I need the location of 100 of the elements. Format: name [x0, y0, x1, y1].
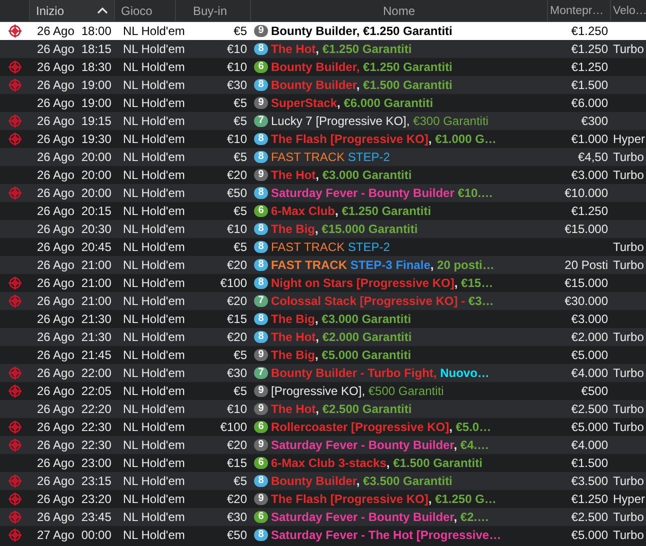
start-time: 19:15	[81, 114, 112, 128]
start-date: 27 Ago	[37, 528, 74, 542]
game-type: NL Hold'em	[123, 132, 185, 146]
seat-count: 8	[258, 43, 264, 54]
start-date: 26 Ago	[37, 312, 74, 326]
buy-in-amount: €5	[234, 204, 247, 218]
table-row[interactable]: 26 Ago 18:15 NL Hold'em €10 8 The Hot, €1.250 Garantiti €1.250 Turbo	[0, 40, 646, 58]
buy-in-amount: €5	[234, 240, 247, 254]
table-row[interactable]: 26 Ago 21:00 NL Hold'em €20 7 Colossal Stack [Progressive KO] - €3… €30.000	[0, 292, 646, 310]
tournament-name: Bounty Builder - Turbo Fight, Nuovo…	[271, 366, 490, 380]
seat-count: 9	[258, 25, 264, 36]
tournament-name: 6-Max Club 3-stacks, €1.500 Garantiti	[271, 456, 482, 470]
table-row[interactable]: 26 Ago 23:45 NL Hold'em €30 6 Saturday Fever - Bounty Builder, €2.… €2.500 Turbo	[0, 508, 646, 526]
prize-pool: €1.500	[571, 78, 608, 92]
game-type: NL Hold'em	[123, 438, 185, 452]
prize-pool: €3.000	[571, 312, 608, 326]
column-header[interactable]: Inizio	[30, 0, 115, 21]
start-date: 26 Ago	[37, 114, 74, 128]
table-row[interactable]: 26 Ago 21:00 NL Hold'em €20 8 FAST TRACK STEP-3 Finale, 20 posti… 20 Posti Turbo	[0, 256, 646, 274]
seat-count: 8	[258, 151, 264, 162]
table-row[interactable]: 26 Ago 23:15 NL Hold'em €5 8 Bounty Builder, €3.500 Garantiti €3.500 Turbo	[0, 472, 646, 490]
start-time: 21:30	[81, 330, 112, 344]
tournament-name: Bounty Builder, €1.500 Garantiti	[271, 78, 452, 92]
tournament-name: FAST TRACK STEP-3 Finale, 20 posti…	[271, 258, 494, 272]
table-row[interactable]: 26 Ago 20:30 NL Hold'em €10 8 The Big, €15.000 Garantiti €15.000	[0, 220, 646, 238]
tournament-name: Bounty Builder, €1.250 Garantiti	[271, 60, 452, 74]
prize-pool: €1.000	[571, 132, 608, 146]
table-row[interactable]: 26 Ago 19:00 NL Hold'em €30 8 Bounty Builder, €1.500 Garantiti €1.500	[0, 76, 646, 94]
start-date: 26 Ago	[37, 132, 74, 146]
prize-pool: €15.000	[564, 276, 608, 290]
tournament-name: Rollercoaster [Progressive KO], €5.0…	[271, 420, 492, 434]
seat-count: 8	[258, 313, 264, 324]
start-date: 26 Ago	[37, 168, 74, 182]
tournament-name: Saturday Fever - Bounty Builder, €2.…	[271, 510, 490, 524]
start-time: 23:45	[81, 510, 112, 524]
start-time: 20:15	[81, 204, 112, 218]
tournament-name: The Big, €5.000 Garantiti	[271, 348, 412, 362]
buy-in-amount: €5	[234, 96, 247, 110]
tournament-name: The Hot, €1.250 Garantiti	[271, 42, 412, 56]
tournament-name: The Big, €15.000 Garantiti	[271, 222, 418, 236]
table-row[interactable]: 26 Ago 20:00 NL Hold'em €50 8 Saturday Fever - Bounty Builder €10.… €10.000	[0, 184, 646, 202]
tournament-name: 6-Max Club, €1.250 Garantiti	[271, 204, 432, 218]
table-row[interactable]: 26 Ago 22:30 NL Hold'em €20 9 Saturday Fever - Bounty Builder, €4.… €4.000	[0, 436, 646, 454]
start-date: 26 Ago	[37, 294, 74, 308]
buy-in-amount: €15	[226, 456, 247, 470]
column-header[interactable]: Montepr…	[548, 0, 611, 21]
prize-pool: €30.000	[564, 294, 608, 308]
seat-count: 8	[258, 331, 264, 342]
game-type: NL Hold'em	[123, 96, 185, 110]
speed-label: Turbo	[613, 474, 644, 488]
buy-in-amount: €5	[234, 114, 247, 128]
seat-count: 6	[258, 421, 264, 432]
buy-in-amount: €10	[226, 222, 247, 236]
column-header[interactable]: Gioco	[115, 0, 176, 21]
table-row[interactable]: 26 Ago 22:00 NL Hold'em €30 7 Bounty Builder - Turbo Fight, Nuovo… €4.000 Turbo	[0, 364, 646, 382]
start-date: 26 Ago	[37, 78, 74, 92]
tournament-name: The Hot, €2.000 Garantiti	[271, 330, 412, 344]
start-date: 26 Ago	[37, 24, 74, 38]
speed-label: Turbo	[613, 42, 644, 56]
buy-in-amount: €20	[226, 168, 247, 182]
prize-pool: €5.000	[571, 420, 608, 434]
speed-label: Hyper	[613, 132, 646, 146]
speed-label: Turbo	[613, 528, 644, 542]
prize-pool: €1.250	[571, 24, 608, 38]
start-time: 22:20	[81, 402, 112, 416]
table-row[interactable]: 26 Ago 22:20 NL Hold'em €10 9 The Hot, €2.500 Garantiti €2.500 Turbo	[0, 400, 646, 418]
buy-in-amount: €5	[234, 150, 247, 164]
prize-pool: €4.000	[571, 366, 608, 380]
table-row[interactable]: 26 Ago 19:15 NL Hold'em €5 7 Lucky 7 [Progressive KO], €300 Garantiti €300	[0, 112, 646, 130]
start-time: 22:00	[81, 366, 112, 380]
start-date: 26 Ago	[37, 96, 74, 110]
seat-count: 8	[258, 529, 264, 540]
speed-label: Turbo	[613, 330, 644, 344]
start-date: 26 Ago	[37, 348, 74, 362]
seat-count: 6	[258, 457, 264, 468]
buy-in-amount: €50	[226, 186, 247, 200]
game-type: NL Hold'em	[123, 366, 185, 380]
column-header[interactable]: Nome	[251, 0, 548, 21]
prize-pool: €2.000	[571, 330, 608, 344]
game-type: NL Hold'em	[123, 312, 185, 326]
column-header[interactable]: Velo…	[611, 0, 646, 21]
game-type: NL Hold'em	[123, 222, 185, 236]
table-row[interactable]: 26 Ago 21:30 NL Hold'em €20 8 The Hot, €2.000 Garantiti €2.000 Turbo	[0, 328, 646, 346]
seat-count: 6	[258, 61, 264, 72]
start-date: 26 Ago	[37, 384, 74, 398]
prize-pool: €3.500	[571, 474, 608, 488]
seat-count: 9	[258, 385, 264, 396]
start-date: 26 Ago	[37, 240, 74, 254]
buy-in-amount: €20	[226, 258, 247, 272]
start-time: 20:30	[81, 222, 112, 236]
start-time: 18:00	[81, 24, 112, 38]
table-row[interactable]: 26 Ago 20:00 NL Hold'em €5 8 FAST TRACK STEP-2 €4,50 Turbo	[0, 148, 646, 166]
column-header[interactable]: Buy-in	[176, 0, 251, 21]
speed-label: Turbo	[613, 510, 644, 524]
table-row[interactable]: 26 Ago 18:00 NL Hold'em €5 9 Bounty Builder, €1.250 Garantiti €1.250	[0, 22, 646, 40]
seat-count: 8	[258, 79, 264, 90]
game-type: NL Hold'em	[123, 348, 185, 362]
buy-in-amount: €100	[220, 276, 247, 290]
game-type: NL Hold'em	[123, 258, 185, 272]
game-type: NL Hold'em	[123, 240, 185, 254]
